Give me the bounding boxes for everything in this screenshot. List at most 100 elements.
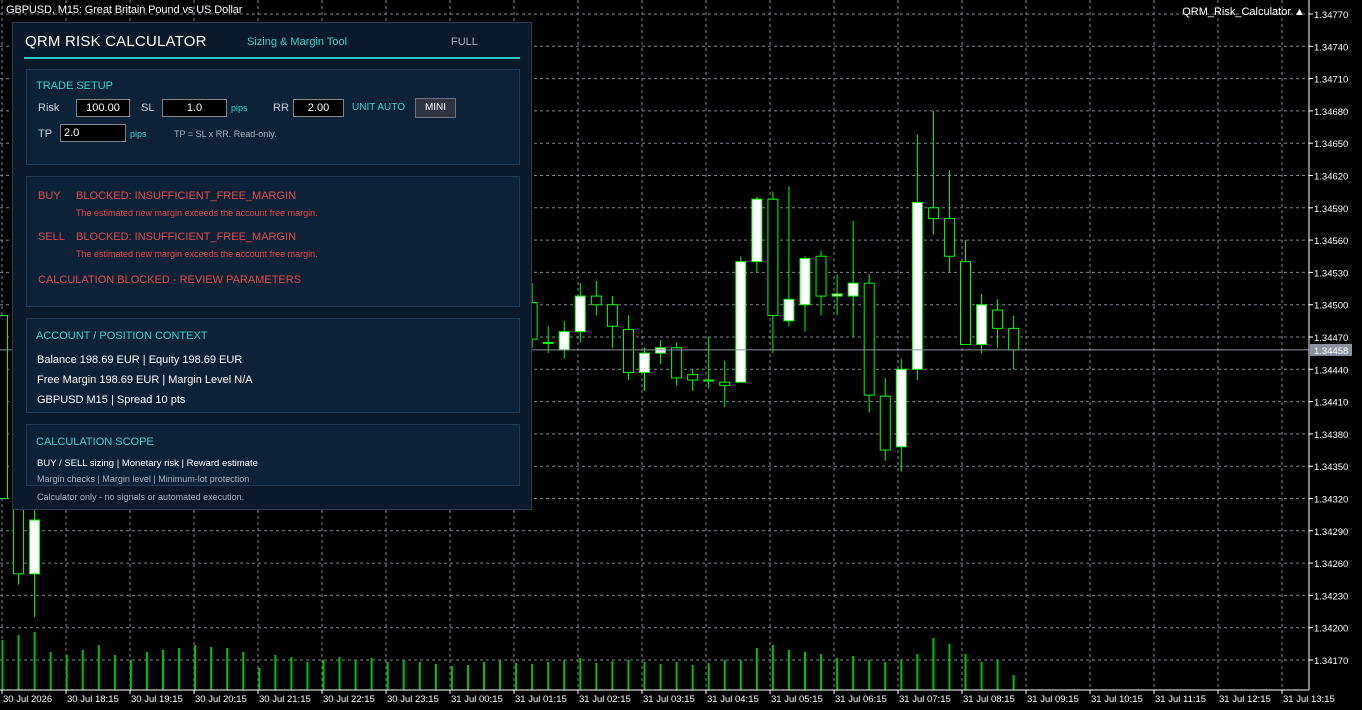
time-tick-label: 31 Jul 02:15 [579, 694, 631, 705]
risk-input[interactable] [76, 99, 130, 117]
candle [590, 281, 602, 316]
price-tick-label: 1.34590 [1314, 204, 1348, 215]
scope-heading: CALCULATION SCOPE [36, 436, 154, 448]
sl-input[interactable] [162, 99, 227, 117]
candle [0, 314, 8, 500]
candle-body [815, 255, 827, 297]
time-tick-label: 31 Jul 10:15 [1091, 694, 1143, 705]
buy-detail: The estimated new margin exceeds the acc… [76, 208, 318, 218]
balance-equity-line: Balance 198.69 EUR | Equity 198.69 EUR [37, 354, 243, 366]
time-tick-label: 31 Jul 01:15 [515, 694, 567, 705]
panel-subtitle: Sizing & Margin Tool [247, 36, 348, 48]
free-margin-line: Free Margin 198.69 EUR | Margin Level N/… [37, 374, 253, 386]
time-tick-label: 31 Jul 11:15 [1155, 694, 1206, 705]
price-tick-label: 1.34320 [1314, 495, 1348, 506]
candle-body [992, 309, 1004, 329]
chart-title: GBPUSD, M15: Great Britain Pound vs US D… [6, 4, 243, 16]
panel-header: QRM RISK CALCULATOR Sizing & Margin Tool… [24, 23, 520, 59]
time-tick-label: 30 Jul 21:15 [259, 694, 311, 705]
time-tick-label: 31 Jul 00:15 [451, 694, 503, 705]
candle [622, 315, 634, 381]
candle [687, 369, 699, 391]
candle-body [767, 198, 779, 316]
price-tick-label: 1.34290 [1314, 527, 1348, 538]
rr-label: RR [273, 102, 289, 114]
candle [542, 326, 554, 354]
time-tick-label: 31 Jul 09:15 [1027, 694, 1079, 705]
candle-body [590, 295, 602, 306]
candle [671, 342, 683, 386]
candle-body [927, 207, 939, 220]
candle-body [29, 519, 41, 575]
price-tick-label: 1.34620 [1314, 172, 1348, 183]
candle [783, 186, 795, 327]
bid-price-label: 1.34458 [1314, 346, 1348, 357]
candle [863, 274, 875, 413]
candle [655, 340, 667, 364]
price-tick-label: 1.34770 [1314, 10, 1348, 21]
tp-input[interactable] [60, 124, 126, 142]
candle-body [751, 198, 763, 263]
candle-body [574, 295, 586, 333]
time-tick-label: 30 Jul 2026 [3, 694, 52, 705]
candle-body [1008, 327, 1020, 351]
candle [799, 256, 811, 332]
sell-status: BLOCKED: INSUFFICIENT_FREE_MARGIN [76, 231, 297, 243]
time-tick-label: 31 Jul 13:15 [1283, 694, 1335, 705]
mini-button[interactable]: MINI [415, 98, 456, 118]
candle [558, 320, 570, 359]
symbol-spread-line: GBPUSD M15 | Spread 10 pts [37, 394, 186, 406]
panel-title: QRM RISK CALCULATOR [25, 33, 207, 50]
candle [847, 220, 859, 337]
calculation-blocked-message: CALCULATION BLOCKED - REVIEW PARAMETERS [38, 274, 302, 286]
candle [703, 337, 715, 389]
candle [1008, 315, 1020, 370]
rr-input[interactable] [293, 99, 344, 117]
footer-note: Calculator only - no signals or automate… [37, 492, 245, 502]
sell-label: SELL [38, 231, 65, 243]
scope-line-2: Margin checks | Margin level | Minimum-l… [37, 474, 250, 484]
candle-body [976, 304, 988, 346]
buy-status: BLOCKED: INSUFFICIENT_FREE_MARGIN [76, 190, 297, 202]
candle [719, 360, 731, 407]
scope-line-1: BUY / SELL sizing | Monetary risk | Rewa… [37, 458, 258, 469]
graduation-cap-icon: ▲ [1294, 6, 1305, 18]
candle-body [606, 304, 618, 327]
candle [574, 283, 586, 343]
candle-body [0, 314, 8, 500]
time-tick-label: 31 Jul 03:15 [643, 694, 695, 705]
time-tick-label: 30 Jul 18:15 [67, 694, 119, 705]
time-tick-label: 31 Jul 04:15 [707, 694, 759, 705]
candle [911, 134, 923, 381]
candle-body [911, 201, 923, 370]
time-tick-label: 30 Jul 20:15 [195, 694, 247, 705]
candle-body [783, 298, 795, 322]
candle-body [558, 331, 570, 351]
candle [976, 293, 988, 354]
candle [960, 240, 971, 346]
candle-body [703, 379, 715, 382]
candle-body [831, 293, 843, 297]
price-tick-label: 1.34560 [1314, 236, 1348, 247]
candle-body [960, 261, 971, 346]
tp-label: TP [38, 128, 53, 140]
time-tick-label: 30 Jul 23:15 [387, 694, 439, 705]
unit-auto-toggle[interactable]: UNIT AUTO [352, 102, 405, 113]
sell-detail: The estimated new margin exceeds the acc… [76, 249, 318, 259]
candle [943, 170, 955, 273]
candle [639, 347, 650, 391]
ea-label[interactable]: QRM_Risk_Calculator ▲ [1182, 6, 1306, 18]
volume-bars [1, 632, 1015, 690]
candle [992, 299, 1004, 348]
time-axis[interactable]: 30 Jul 2026 30 Jul 18:15 30 Jul 19:15 30 Ju… [0, 689, 1335, 705]
mode-full-button[interactable]: FULL [451, 36, 478, 48]
candle-body [671, 347, 683, 379]
trade-setup-heading: TRADE SETUP [36, 80, 114, 92]
risk-label: Risk [38, 102, 60, 114]
candle-body [863, 282, 875, 396]
candle [927, 110, 939, 235]
time-tick-label: 31 Jul 12:15 [1219, 694, 1271, 705]
candle-body [719, 381, 731, 386]
price-tick-label: 1.34470 [1314, 333, 1348, 344]
price-tick-label: 1.34530 [1314, 268, 1348, 279]
